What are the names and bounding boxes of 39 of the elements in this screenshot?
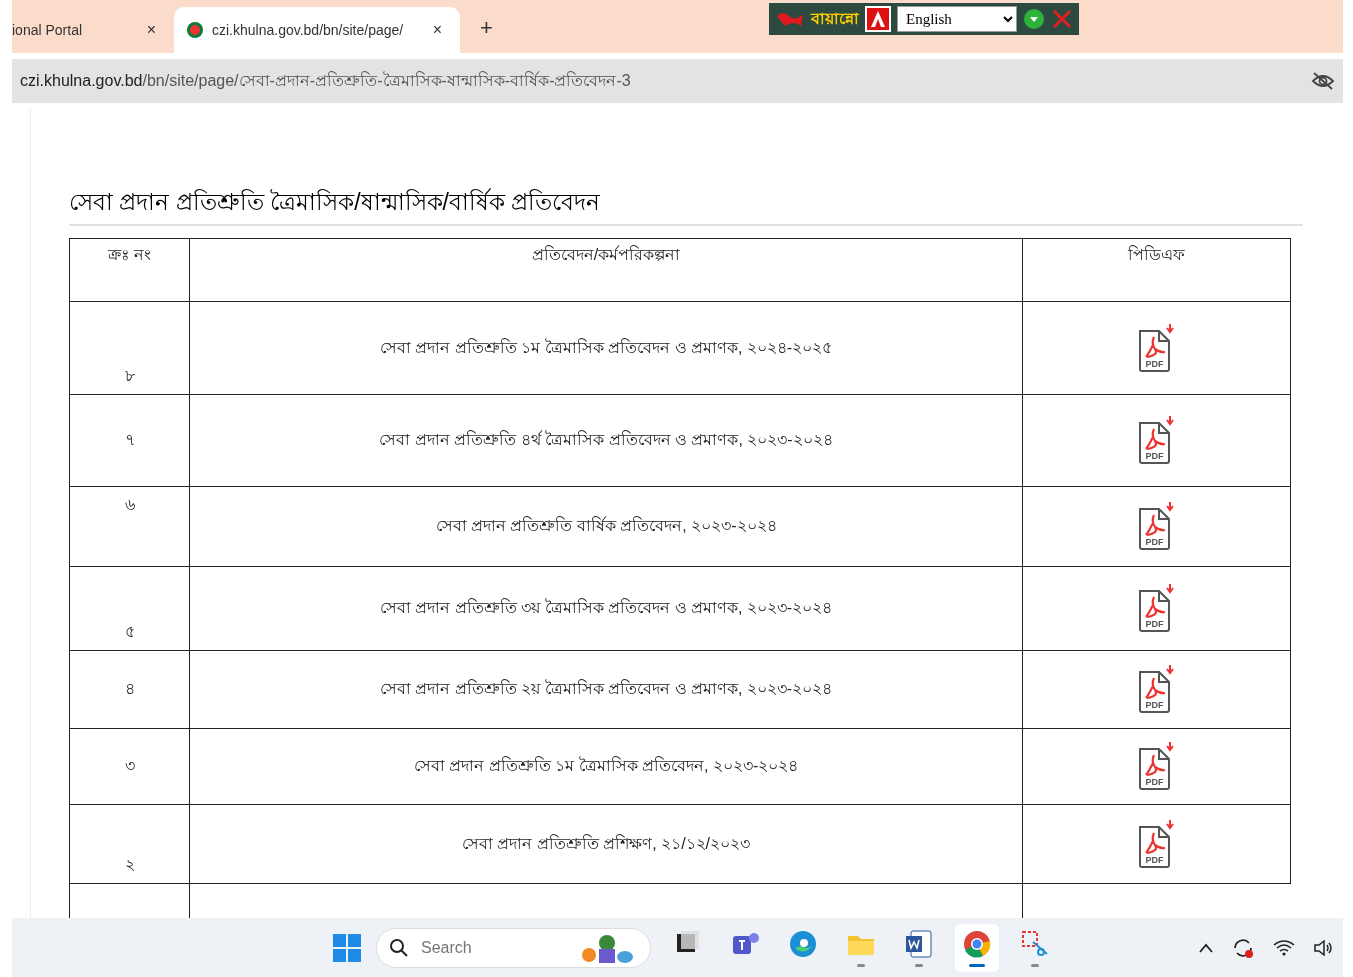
download-icon[interactable] bbox=[1023, 8, 1045, 30]
serial-number: ৮ bbox=[69, 301, 190, 394]
report-title: সেবা প্রদান প্রতিশ্রুতি ১ম ত্রৈমাসিক প্রতিবেদন ও প্রমাণক, ২০২৪-২০২৫ bbox=[189, 301, 1023, 394]
report-title: সেবা প্রদান প্রতিশ্রুতি ৪র্থ ত্রৈমাসিক প্রতিবেদন ও প্রমাণক, ২০২৩-২০২৪ bbox=[189, 394, 1023, 486]
browser-tab[interactable]: ional Portal × bbox=[12, 7, 174, 53]
windows-start-icon[interactable] bbox=[332, 932, 362, 963]
search-input[interactable]: Search bbox=[419, 934, 569, 961]
browser-icon bbox=[787, 928, 819, 960]
eye-slash-icon[interactable] bbox=[1311, 71, 1335, 91]
serial-number: ৩ bbox=[69, 728, 190, 804]
keyboard-icon[interactable] bbox=[865, 6, 891, 32]
report-title: সেবা প্রদান প্রতিশ্রুতি বার্ষিক প্রতিবেদন, ২০২৩-২০২৪ bbox=[189, 486, 1023, 566]
emblem-icon bbox=[186, 21, 204, 39]
report-title: সেবা প্রদান প্রতিশ্রুতি ৩য় ত্রৈমাসিক প্রতিবেদন ও প্রমাণক, ২০২৩-২০২৪ bbox=[189, 566, 1023, 650]
column-header: ক্রঃ নং bbox=[69, 238, 190, 301]
language-select[interactable]: English bbox=[897, 6, 1017, 32]
browser-tab[interactable]: czi.khulna.gov.bd/bn/site/page/ × bbox=[174, 7, 460, 53]
wifi-icon[interactable] bbox=[1273, 938, 1295, 957]
page-heading: সেবা প্রদান প্রতিশ্রুতি ত্রৈমাসিক/ষান্মাসিক/বার্ষিক প্রতিবেদন bbox=[69, 185, 1303, 226]
taskbar-search-field[interactable]: Search bbox=[376, 927, 651, 968]
report-title: সেবা প্রদান প্রতিশ্রুতি ২য় ত্রৈমাসিক প্রতিবেদন ও প্রমাণক, ২০২৩-২০২৪ bbox=[189, 650, 1023, 728]
serial-number: ৭ bbox=[69, 394, 190, 486]
volume-icon[interactable] bbox=[1313, 938, 1333, 957]
serial-number: ৬ bbox=[69, 486, 190, 566]
column-header: পিডিএফ bbox=[1022, 238, 1291, 301]
serial-number: ৫ bbox=[69, 566, 190, 650]
tab-close-button[interactable]: × bbox=[142, 18, 160, 42]
search-icon bbox=[389, 937, 409, 958]
document-app-icon bbox=[903, 928, 935, 960]
tab-close-button[interactable]: × bbox=[428, 18, 446, 42]
column-header: প্রতিবেদন/কর্মপরিকল্পনা bbox=[189, 238, 1023, 301]
report-title: সেবা প্রদান প্রতিশ্রুতি প্রশিক্ষণ, ২১/১২/২০২৩ bbox=[189, 804, 1023, 883]
brand-text: বায়ান্নো bbox=[811, 9, 859, 29]
report-title: সেবা প্রদান প্রতিশ্রুতি ১ম ত্রৈমাসিক প্রতিবেদন, ২০২৩-২০২৪ bbox=[189, 728, 1023, 804]
serial-number: ২ bbox=[69, 804, 190, 883]
browser-icon bbox=[961, 928, 993, 960]
new-tab-button[interactable]: + bbox=[474, 10, 499, 45]
serial-number: ৪ bbox=[69, 650, 190, 728]
chevron-up-icon[interactable] bbox=[1199, 942, 1213, 953]
